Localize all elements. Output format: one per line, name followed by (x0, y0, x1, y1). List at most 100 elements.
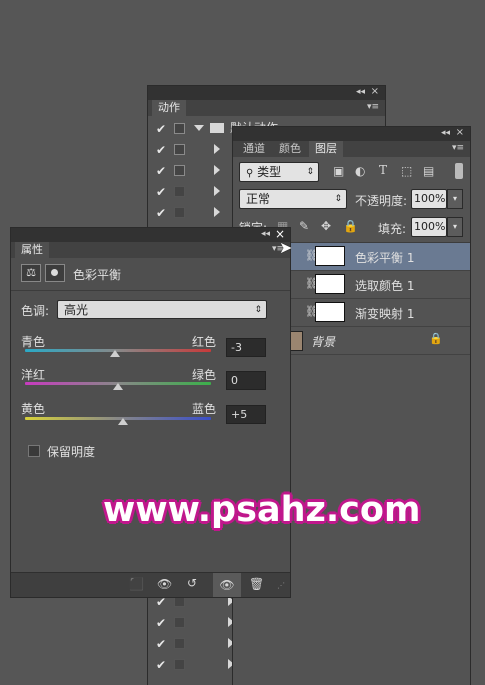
watermark-text: www.psahz.com (103, 490, 421, 530)
properties-panel-titlebar[interactable]: ◂◂ × (11, 227, 290, 242)
tab-actions[interactable]: 动作 (152, 100, 186, 116)
tab-channels[interactable]: 通道 (237, 141, 271, 157)
slider-right-label: 蓝色 (192, 402, 217, 416)
yellow-blue-value-field[interactable]: +5 (226, 405, 266, 424)
type-filter-icon[interactable]: T (379, 163, 387, 177)
properties-toolbar: ⬛ 👁 ↺ 👁 🗑 ⋰ (11, 572, 290, 597)
lock-position-icon[interactable]: ✥ (321, 219, 331, 233)
filter-toggle-icon[interactable] (455, 163, 463, 179)
image-filter-icon[interactable]: ▣ (333, 164, 344, 178)
layer-mask-thumbnail[interactable] (315, 302, 345, 322)
blend-mode-select[interactable]: 正常 ⇕ (239, 189, 347, 209)
visibility-icon[interactable]: 👁 (213, 573, 241, 597)
opacity-dropdown-icon[interactable]: ▾ (447, 189, 463, 209)
resize-grip-icon[interactable]: ⋰ (277, 581, 285, 590)
shape-filter-icon[interactable]: ⬚ (401, 164, 412, 178)
tab-layers[interactable]: 图层 (309, 141, 343, 157)
layer-filter-select[interactable]: ⚲ 类型 ⇕ (239, 162, 319, 182)
check-icon[interactable]: ✔ (154, 185, 168, 199)
check-icon[interactable]: ✔ (154, 637, 168, 651)
opacity-field[interactable]: 100% (411, 189, 447, 209)
check-icon[interactable]: ✔ (154, 143, 168, 157)
layer-mask-thumbnail[interactable] (315, 274, 345, 294)
view-previous-state-icon[interactable]: 👁 (157, 577, 172, 591)
filter-select-label: 类型 (257, 165, 282, 179)
layer-name[interactable]: 背景 (311, 333, 335, 350)
slider-right-label: 绿色 (192, 368, 217, 382)
check-icon[interactable]: ✔ (154, 164, 168, 178)
close-icon[interactable]: × (456, 127, 464, 138)
slider-thumb[interactable] (117, 418, 128, 425)
dialog-toggle-icon[interactable] (174, 165, 185, 176)
tab-properties[interactable]: 属性 (15, 242, 49, 258)
preserve-luminosity-label: 保留明度 (47, 445, 96, 459)
collapse-icon[interactable]: ◂◂ (356, 87, 365, 97)
fill-field[interactable]: 100% (411, 217, 447, 237)
blend-mode-label: 正常 (246, 192, 271, 206)
chevron-right-icon[interactable] (214, 186, 220, 196)
collapse-icon[interactable]: ◂◂ (261, 229, 270, 239)
slider-left-label: 青色 (21, 335, 46, 349)
layer-name[interactable]: 选取颜色 1 (355, 277, 414, 294)
stepper-icon: ⇕ (334, 194, 342, 204)
layers-panel-titlebar[interactable]: ◂◂ × (233, 127, 470, 141)
balance-scale-icon: ⚖ (21, 264, 41, 282)
chevron-down-icon[interactable] (194, 125, 204, 131)
slider-thumb[interactable] (113, 383, 123, 390)
panel-menu-icon[interactable]: ▾≡ (452, 143, 464, 153)
stepper-icon: ⇕ (306, 167, 314, 177)
dialog-toggle-icon[interactable] (174, 207, 185, 218)
lock-pixels-icon[interactable]: ✎ (299, 219, 309, 233)
reset-icon[interactable]: ↺ (187, 576, 197, 590)
slider-left-label: 洋红 (21, 368, 46, 382)
divider (11, 290, 290, 291)
chevron-right-icon[interactable] (214, 207, 220, 217)
fill-label: 填充: (378, 222, 407, 236)
search-icon: ⚲ (246, 168, 254, 179)
actions-panel-titlebar[interactable]: ◂◂ × (148, 86, 385, 100)
close-icon[interactable]: × (371, 86, 379, 97)
tab-color[interactable]: 颜色 (273, 141, 307, 157)
dialog-toggle-icon[interactable] (174, 123, 185, 134)
check-icon[interactable]: ✔ (154, 616, 168, 630)
layer-mask-thumbnail[interactable] (315, 246, 345, 266)
fill-dropdown-icon[interactable]: ▾ (447, 217, 463, 237)
check-icon[interactable]: ✔ (154, 595, 168, 609)
trash-icon[interactable]: 🗑 (249, 577, 264, 591)
folder-icon (210, 123, 224, 133)
adjustment-filter-icon[interactable]: ◐ (355, 164, 365, 178)
dialog-toggle-icon[interactable] (174, 638, 185, 649)
check-icon[interactable]: ✔ (154, 658, 168, 672)
stepper-icon: ⇕ (254, 305, 262, 315)
magenta-green-value-field[interactable]: 0 (226, 371, 266, 390)
smart-object-filter-icon[interactable]: ▤ (423, 164, 434, 178)
dialog-toggle-icon[interactable] (174, 596, 185, 607)
collapse-icon[interactable]: ◂◂ (441, 128, 450, 138)
clip-to-layer-icon[interactable]: ⬛ (129, 577, 144, 591)
cyan-red-value-field[interactable]: -3 (226, 338, 266, 357)
slider-right-label: 红色 (192, 335, 217, 349)
chevron-right-icon[interactable] (214, 165, 220, 175)
tone-value: 高光 (64, 303, 89, 317)
dialog-toggle-icon[interactable] (174, 186, 185, 197)
panel-menu-icon[interactable]: ▾≡ (367, 102, 379, 112)
preserve-luminosity-checkbox[interactable] (28, 445, 40, 457)
slider-thumb[interactable] (110, 350, 121, 357)
slider-left-label: 黄色 (21, 402, 46, 416)
mask-icon[interactable] (45, 264, 65, 282)
check-icon[interactable]: ✔ (154, 206, 168, 220)
chevron-right-icon[interactable] (214, 144, 220, 154)
dialog-toggle-icon[interactable] (174, 659, 185, 670)
lock-all-icon[interactable]: 🔒 (343, 219, 358, 233)
dialog-toggle-icon[interactable] (174, 617, 185, 628)
cursor-icon: ➤ (279, 238, 293, 257)
tone-select[interactable]: 高光 ⇕ (57, 300, 267, 319)
check-icon[interactable]: ✔ (154, 122, 168, 136)
properties-panel: ◂◂ × 属性 ▾≡ ⚖ 色彩平衡 色调: 高光 ⇕ 青色 红色 -3 洋红 绿… (11, 227, 290, 597)
lock-icon: 🔒 (429, 332, 443, 345)
dialog-toggle-icon[interactable] (174, 144, 185, 155)
layer-name[interactable]: 渐变映射 1 (355, 305, 414, 322)
panel-title: 色彩平衡 (73, 268, 122, 282)
layer-name[interactable]: 色彩平衡 1 (355, 249, 414, 266)
opacity-label: 不透明度: (355, 194, 408, 208)
